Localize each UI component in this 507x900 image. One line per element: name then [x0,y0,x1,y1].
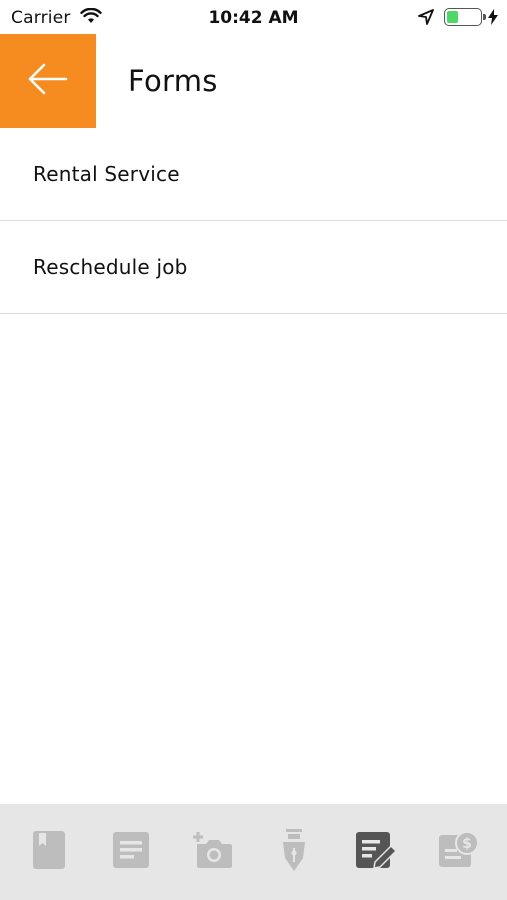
list-item-rental-service[interactable]: Rental Service [0,128,507,221]
pen-nib-icon [279,828,309,876]
back-button[interactable] [0,34,96,128]
tab-add-photo[interactable] [183,822,243,882]
status-bar: Carrier 10:42 AM [0,0,507,34]
tab-bar: $ [0,804,507,900]
header: Forms [0,34,507,128]
invoice-dollar-icon: $ [438,831,480,873]
svg-text:$: $ [462,836,472,852]
tab-invoice[interactable]: $ [428,822,488,882]
add-photo-icon [192,831,233,873]
location-arrow-icon [418,9,434,29]
edit-form-icon [355,831,398,873]
tab-book[interactable] [19,822,79,882]
list-item-reschedule-job[interactable]: Reschedule job [0,221,507,314]
book-icon [32,830,66,874]
page-title: Forms [128,64,218,98]
tab-pen[interactable] [264,822,324,882]
battery-icon [444,8,486,26]
list-item-label: Reschedule job [33,255,188,279]
tab-document[interactable] [101,822,161,882]
list-item-label: Rental Service [33,162,180,186]
tab-edit-form[interactable] [346,822,406,882]
battery-level [447,11,458,23]
charging-bolt-icon [487,9,499,29]
forms-list: Rental Service Reschedule job [0,128,507,314]
arrow-left-icon [26,62,70,100]
document-icon [112,831,150,873]
